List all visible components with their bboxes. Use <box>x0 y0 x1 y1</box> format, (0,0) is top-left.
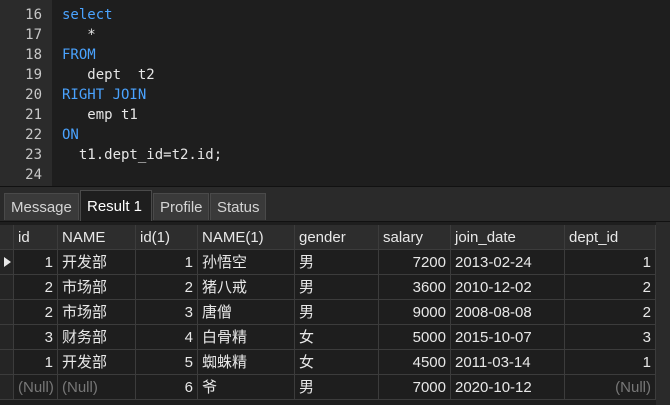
table-cell[interactable]: 开发部 <box>58 250 136 275</box>
code-text: dept t2 <box>62 67 155 83</box>
table-cell[interactable]: 3600 <box>379 275 451 300</box>
table-cell[interactable]: 白骨精 <box>198 325 295 350</box>
table-cell[interactable]: 孙悟空 <box>198 250 295 275</box>
tab-message[interactable]: Message <box>4 193 79 220</box>
line-number: 22 <box>25 127 42 143</box>
table-cell[interactable]: 女 <box>295 325 379 350</box>
table-cell[interactable]: 猪八戒 <box>198 275 295 300</box>
code-text: t1.dept_id=t2.id; <box>62 147 223 163</box>
table-cell[interactable]: 7200 <box>379 250 451 275</box>
table-cell[interactable]: 蜘蛛精 <box>198 350 295 375</box>
column-header-join-date[interactable]: join_date <box>451 225 565 250</box>
line-number: 23 <box>25 147 42 163</box>
table-cell[interactable]: 1 <box>14 250 58 275</box>
table-row[interactable]: 3 财务部 4 白骨精女 5000 2015-10-07 3 <box>0 325 656 350</box>
table-row[interactable]: 1 开发部 5 蜘蛛精女 4500 2011-03-14 1 <box>0 350 656 375</box>
column-header-name[interactable]: NAME <box>58 225 136 250</box>
table-cell[interactable]: (Null) <box>565 375 656 400</box>
code-text: FROM <box>62 47 96 63</box>
tab-result-1[interactable]: Result 1 <box>80 190 152 221</box>
table-cell[interactable]: 2 <box>14 275 58 300</box>
table-cell[interactable]: (Null) <box>58 375 136 400</box>
table-cell[interactable]: 2 <box>565 300 656 325</box>
table-cell[interactable]: 2008-08-08 <box>451 300 565 325</box>
line-number: 19 <box>25 67 42 83</box>
table-cell[interactable]: 2011-03-14 <box>451 350 565 375</box>
line-number: 24 <box>25 167 42 183</box>
table-cell[interactable]: 2 <box>14 300 58 325</box>
table-cell[interactable]: 5000 <box>379 325 451 350</box>
table-cell[interactable]: 7000 <box>379 375 451 400</box>
code-text: ON <box>62 127 79 143</box>
row-indicator <box>0 225 14 250</box>
table-row[interactable]: (Null) (Null) 6 爷男 7000 2020-10-12 (Null) <box>0 375 656 400</box>
tab-profile[interactable]: Profile <box>153 193 209 220</box>
table-row[interactable]: 2 市场部 3 唐僧男 9000 2008-08-08 2 <box>0 300 656 325</box>
table-cell[interactable]: 2015-10-07 <box>451 325 565 350</box>
table-cell[interactable]: 3 <box>14 325 58 350</box>
table-row[interactable]: 1 开发部 1 孙悟空男 7200 2013-02-24 1 <box>0 250 656 275</box>
column-header-gender[interactable]: gender <box>295 225 379 250</box>
line-number: 17 <box>25 27 42 43</box>
table-cell[interactable]: 女 <box>295 350 379 375</box>
column-header-id[interactable]: id <box>14 225 58 250</box>
table-cell[interactable]: (Null) <box>14 375 58 400</box>
table-row[interactable]: 2 市场部 2 猪八戒男 3600 2010-12-02 2 <box>0 275 656 300</box>
table-cell[interactable]: 唐僧 <box>198 300 295 325</box>
code-text: RIGHT JOIN <box>62 87 147 103</box>
tab-status[interactable]: Status <box>210 193 266 220</box>
table-cell[interactable]: 市场部 <box>58 300 136 325</box>
line-number: 16 <box>25 7 42 23</box>
current-row-arrow-icon <box>4 257 11 267</box>
code-text: * <box>62 27 96 43</box>
result-tabs: Message Result 1 Profile Status <box>0 186 670 222</box>
table-cell[interactable]: 1 <box>136 250 198 275</box>
table-cell[interactable]: 男 <box>295 375 379 400</box>
table-cell[interactable]: 5 <box>136 350 198 375</box>
row-indicator[interactable] <box>0 275 14 300</box>
table-cell[interactable]: 开发部 <box>58 350 136 375</box>
table-cell[interactable]: 男 <box>295 300 379 325</box>
table-cell[interactable]: 1 <box>565 250 656 275</box>
table-cell[interactable]: 3 <box>136 300 198 325</box>
table-cell[interactable]: 2020-10-12 <box>451 375 565 400</box>
line-number: 21 <box>25 107 42 123</box>
column-header-name-1-[interactable]: NAME(1) <box>198 225 295 250</box>
table-cell[interactable]: 2010-12-02 <box>451 275 565 300</box>
code-text: select <box>62 7 113 23</box>
row-indicator[interactable] <box>0 250 14 275</box>
result-grid[interactable]: id NAME id(1) NAME(1) gender salary join_date d… <box>0 222 670 405</box>
row-indicator[interactable] <box>0 325 14 350</box>
vertical-scrollbar[interactable] <box>656 222 670 405</box>
table-cell[interactable]: 男 <box>295 250 379 275</box>
column-header-dept-id[interactable]: dept_id <box>565 225 656 250</box>
table-cell[interactable]: 2013-02-24 <box>451 250 565 275</box>
line-number: 18 <box>25 47 42 63</box>
line-number: 20 <box>25 87 42 103</box>
sql-editor[interactable]: 16 select 17 * 18 FROM 19 dept t2 20 RIGHT JOIN… <box>0 0 670 186</box>
table-cell[interactable]: 1 <box>565 350 656 375</box>
table-cell[interactable]: 财务部 <box>58 325 136 350</box>
table-cell[interactable]: 4500 <box>379 350 451 375</box>
column-header-id-1-[interactable]: id(1) <box>136 225 198 250</box>
column-header-salary[interactable]: salary <box>379 225 451 250</box>
table-cell[interactable]: 爷 <box>198 375 295 400</box>
table-cell[interactable]: 2 <box>565 275 656 300</box>
code-text: emp t1 <box>62 107 138 123</box>
row-indicator[interactable] <box>0 300 14 325</box>
table-cell[interactable]: 6 <box>136 375 198 400</box>
table-cell[interactable]: 3 <box>565 325 656 350</box>
row-indicator[interactable] <box>0 350 14 375</box>
table-cell[interactable]: 1 <box>14 350 58 375</box>
table-header-row: id NAME id(1) NAME(1) gender salary join_date d… <box>0 225 656 250</box>
table-cell[interactable]: 市场部 <box>58 275 136 300</box>
table-cell[interactable]: 4 <box>136 325 198 350</box>
row-indicator[interactable] <box>0 375 14 400</box>
table-cell[interactable]: 2 <box>136 275 198 300</box>
table-cell[interactable]: 9000 <box>379 300 451 325</box>
table-cell[interactable]: 男 <box>295 275 379 300</box>
